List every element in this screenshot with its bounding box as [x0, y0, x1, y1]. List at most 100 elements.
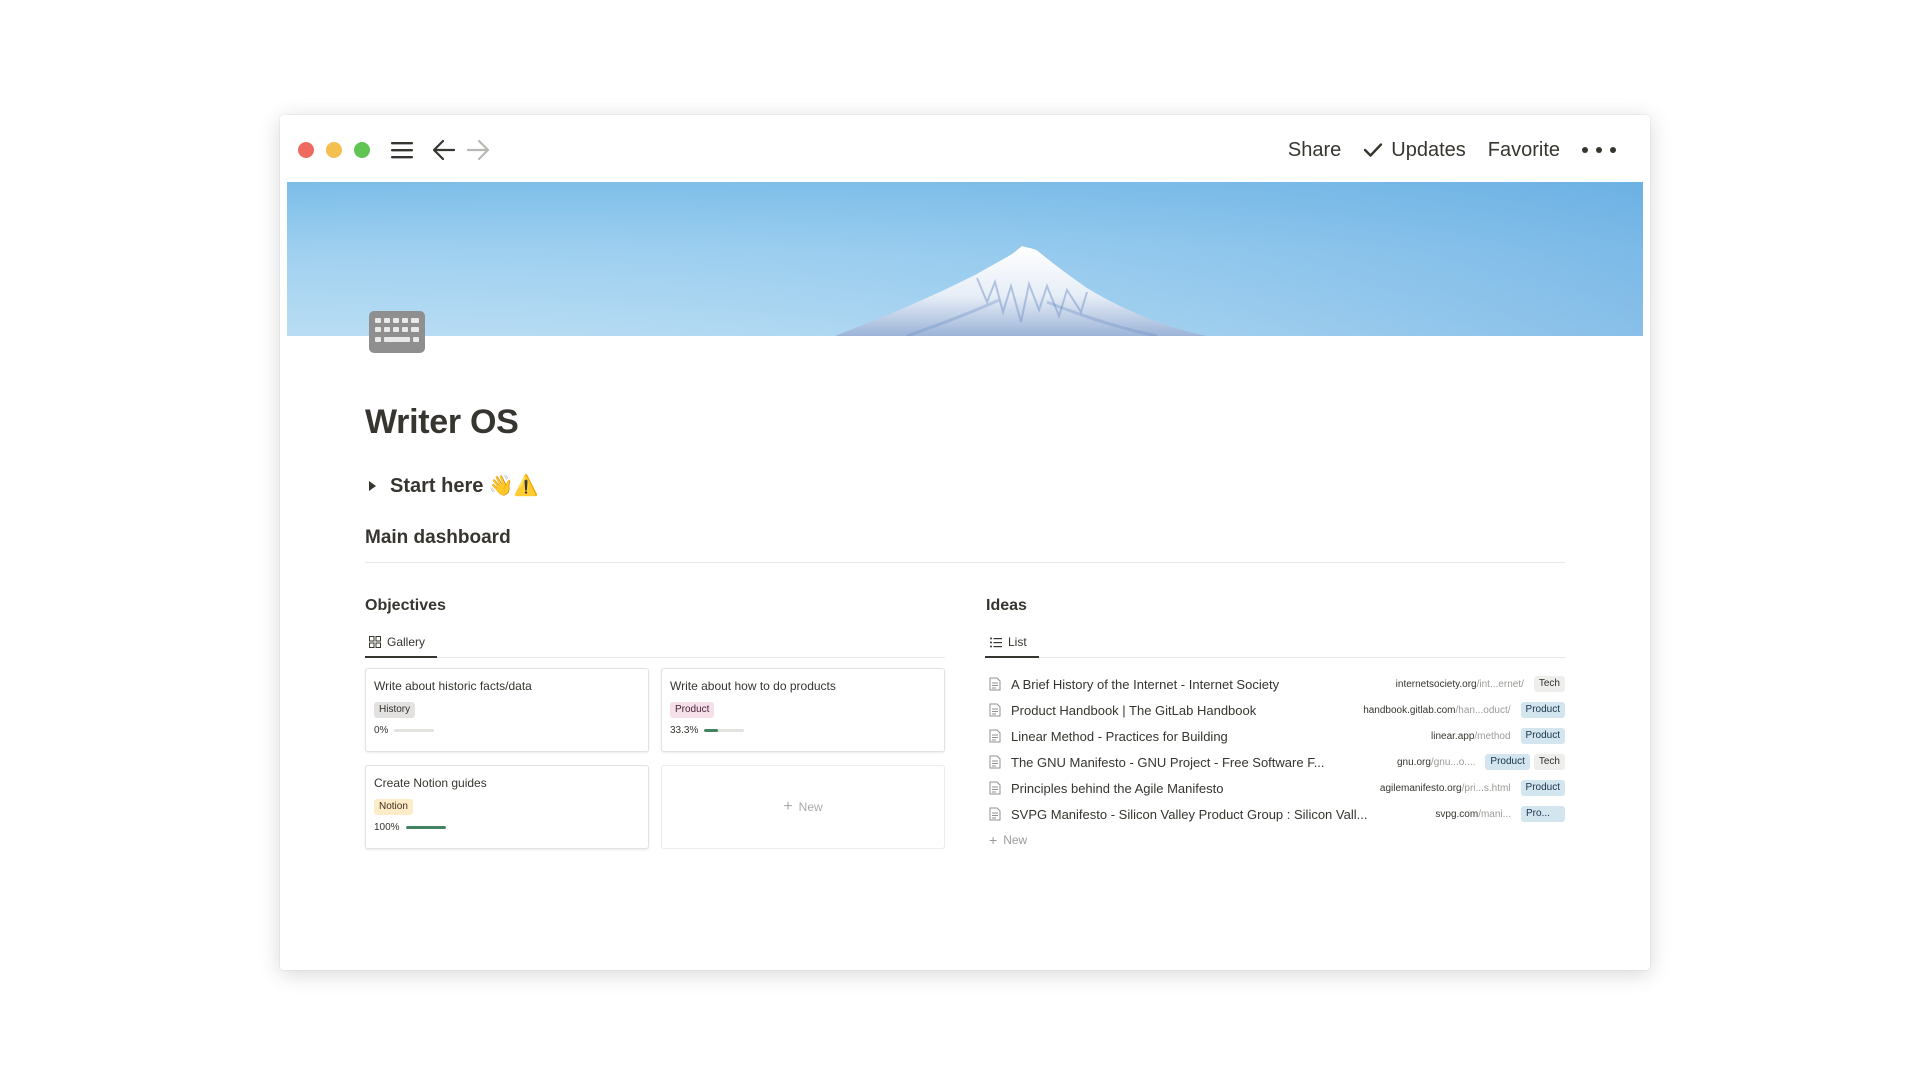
back-button[interactable] [430, 135, 458, 165]
progress-bar [704, 729, 745, 732]
share-button[interactable]: Share [1288, 139, 1341, 162]
list-item[interactable]: A Brief History of the Internet - Intern… [985, 671, 1565, 697]
toggle-triangle-icon[interactable] [369, 480, 376, 491]
sidebar-toggle-button[interactable] [388, 135, 416, 165]
tag-product: Product [1520, 780, 1565, 796]
url-domain: linear.app [1431, 730, 1475, 742]
objective-card[interactable]: Write about how to do products Product 3… [661, 668, 945, 752]
document-icon [989, 807, 1003, 821]
idea-title: SVPG Manifesto - Silicon Valley Product … [1011, 806, 1368, 822]
page-icon-button[interactable] [368, 310, 426, 359]
url-path: /gnu...o.... [1430, 756, 1476, 768]
objectives-view-divider [365, 657, 945, 658]
idea-url[interactable]: internetsociety.org/int...ernet/ [1396, 679, 1524, 690]
url-domain: agilemanifesto.org [1379, 782, 1462, 794]
document-icon [989, 729, 1003, 743]
ideas-view-divider [985, 657, 1565, 658]
tag-group: Product [1520, 702, 1565, 718]
ideas-title[interactable]: Ideas [986, 597, 1027, 615]
more-options-button[interactable] [1582, 147, 1616, 153]
list-item[interactable]: Linear Method - Practices for Building l… [985, 723, 1565, 749]
arrow-left-icon [432, 139, 456, 161]
tag-notion: Notion [374, 799, 413, 815]
favorite-button[interactable]: Favorite [1488, 139, 1560, 162]
more-dot [1596, 147, 1602, 153]
url-path: /method [1474, 730, 1511, 742]
list-item[interactable]: Principles behind the Agile Manifesto ag… [985, 775, 1565, 801]
tag-tech: Tech [1533, 676, 1565, 692]
plus-icon: + [783, 798, 793, 815]
url-domain: handbook.gitlab.com [1363, 704, 1456, 716]
progress-label: 33.3% [670, 725, 699, 736]
idea-url[interactable]: svpg.com/mani... [1435, 809, 1511, 820]
updates-button[interactable]: Updates [1363, 139, 1466, 162]
tag-product: Product [1485, 754, 1530, 770]
title-bar: Share Updates Favorite [280, 115, 1650, 183]
gallery-view-label: Gallery [387, 635, 426, 649]
idea-title: Product Handbook | The GitLab Handbook [1011, 702, 1257, 718]
share-label: Share [1287, 138, 1342, 161]
list-item[interactable]: Product Handbook | The GitLab Handbook h… [985, 697, 1565, 723]
url-domain: gnu.org [1397, 756, 1431, 768]
new-idea-button[interactable]: + New [989, 832, 1027, 848]
new-idea-label: New [1003, 833, 1028, 847]
idea-url[interactable]: handbook.gitlab.com/han...oduct/ [1363, 705, 1510, 716]
minimize-window-button[interactable] [326, 142, 342, 158]
progress-bar-fill [405, 826, 446, 829]
card-title: Write about how to do products [670, 679, 836, 693]
list-item[interactable]: The GNU Manifesto - GNU Project - Free S… [985, 749, 1565, 775]
document-icon [989, 781, 1003, 795]
progress-label: 100% [374, 822, 400, 833]
card-title: Write about historic facts/data [374, 679, 532, 693]
section-heading-main-dashboard: Main dashboard [365, 527, 511, 548]
progress-row: 33.3% [670, 725, 745, 736]
tag-product: Product [1520, 702, 1565, 718]
tag-product: Product [1520, 728, 1565, 744]
top-actions: Share Updates Favorite [1288, 133, 1616, 167]
gallery-tab-underline [365, 656, 437, 658]
document-icon [989, 677, 1003, 691]
idea-title: Linear Method - Practices for Building [1011, 728, 1228, 744]
mountain-cover-art [287, 182, 1643, 336]
objectives-title[interactable]: Objectives [365, 597, 446, 615]
tag-product: Product [670, 702, 715, 718]
page-title[interactable]: Writer OS [365, 403, 519, 442]
url-path: /int...ernet/ [1476, 678, 1524, 690]
list-view-tab[interactable]: List [990, 629, 1027, 655]
forward-button[interactable] [464, 135, 492, 165]
maximize-window-button[interactable] [354, 142, 370, 158]
objective-card[interactable]: Create Notion guides Notion 100% [365, 765, 649, 849]
list-icon [990, 637, 1002, 647]
more-dots-icon [1582, 147, 1588, 153]
hamburger-icon [391, 142, 413, 159]
close-window-button[interactable] [298, 142, 314, 158]
list-item[interactable]: SVPG Manifesto - Silicon Valley Product … [985, 801, 1565, 827]
url-path: /han...oduct/ [1455, 704, 1511, 716]
gallery-grid-icon [369, 636, 381, 648]
document-icon [989, 755, 1003, 769]
progress-label: 0% [374, 725, 389, 736]
gallery-view-tab[interactable]: Gallery [369, 629, 425, 655]
more-dot [1610, 147, 1616, 153]
url-domain: svpg.com [1435, 808, 1479, 820]
updates-label: Updates [1391, 138, 1466, 161]
idea-url[interactable]: linear.app/method [1431, 731, 1511, 742]
plus-icon: + [989, 832, 998, 848]
tag-group: Product [1520, 780, 1565, 796]
progress-bar-fill [704, 729, 718, 732]
tag-tech: Tech [1533, 754, 1565, 770]
page-cover-image[interactable] [287, 182, 1643, 336]
section-divider [365, 562, 1565, 563]
new-card-label: New [798, 800, 823, 814]
card-title: Create Notion guides [374, 776, 487, 790]
objective-card[interactable]: Write about historic facts/data History … [365, 668, 649, 752]
tag-history: History [374, 702, 416, 718]
keyboard-icon [369, 311, 425, 353]
idea-title: A Brief History of the Internet - Intern… [1011, 676, 1280, 692]
url-domain: internetsociety.org [1395, 678, 1477, 690]
idea-title: The GNU Manifesto - GNU Project - Free S… [1011, 754, 1325, 770]
idea-url[interactable]: gnu.org/gnu...o.... [1397, 757, 1475, 768]
idea-url[interactable]: agilemanifesto.org/pri...s.html [1380, 783, 1511, 794]
new-objective-card-button[interactable]: + New [661, 765, 945, 849]
start-here-toggle[interactable]: Start here 👋⚠️ [365, 473, 539, 498]
